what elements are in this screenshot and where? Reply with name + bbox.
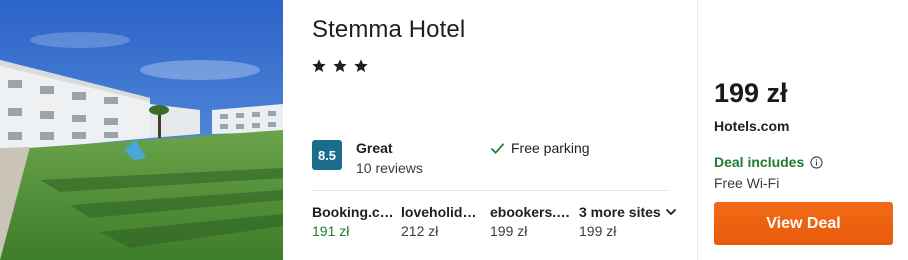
deal-included-item: Free Wi-Fi — [714, 175, 780, 191]
hotel-name[interactable]: Stemma Hotel — [312, 16, 465, 44]
deal-price[interactable]: 199 zł — [714, 78, 788, 109]
rating-score-badge: 8.5 — [312, 140, 342, 170]
site-name: loveholidays — [401, 204, 483, 220]
star-rating — [311, 58, 369, 74]
hotel-info: Stemma Hotel 8.5 Great 10 reviews Free p… — [283, 0, 697, 260]
price-site-booking[interactable]: Booking.com 191 zł — [312, 204, 394, 239]
hotel-result-card: Stemma Hotel 8.5 Great 10 reviews Free p… — [0, 0, 908, 260]
price-site-ebookers[interactable]: ebookers.com 199 zł — [490, 204, 572, 239]
view-deal-button[interactable]: View Deal — [714, 202, 893, 245]
deal-includes-label: Deal includes — [714, 154, 805, 170]
price-site-loveholidays[interactable]: loveholidays 212 zł — [401, 204, 483, 239]
amenity-free-parking: Free parking — [490, 140, 590, 156]
check-icon — [491, 142, 504, 154]
more-sites-button[interactable]: 3 more sites — [579, 204, 677, 220]
site-price: 212 zł — [401, 223, 439, 239]
amenity-label: Free parking — [511, 140, 590, 156]
more-sites-price: 199 zł — [579, 223, 617, 239]
rating-label: Great — [356, 140, 393, 156]
star-icon — [354, 59, 368, 72]
more-sites-label: 3 more sites — [579, 204, 661, 220]
star-icon — [333, 59, 347, 72]
deal-includes[interactable]: Deal includes — [714, 154, 823, 170]
site-name: Booking.com — [312, 204, 394, 220]
review-count[interactable]: 10 reviews — [356, 160, 423, 176]
hotel-photo[interactable] — [0, 0, 283, 260]
deal-panel: 199 zł Hotels.com Deal includes Free Wi-… — [697, 0, 908, 260]
deal-site: Hotels.com — [714, 118, 790, 134]
site-price: 199 zł — [490, 223, 528, 239]
star-icon — [312, 59, 326, 72]
site-price: 191 zł — [312, 223, 350, 239]
site-name: ebookers.com — [490, 204, 572, 220]
info-icon — [810, 155, 823, 169]
divider — [312, 190, 668, 191]
chevron-down-icon — [665, 209, 676, 215]
